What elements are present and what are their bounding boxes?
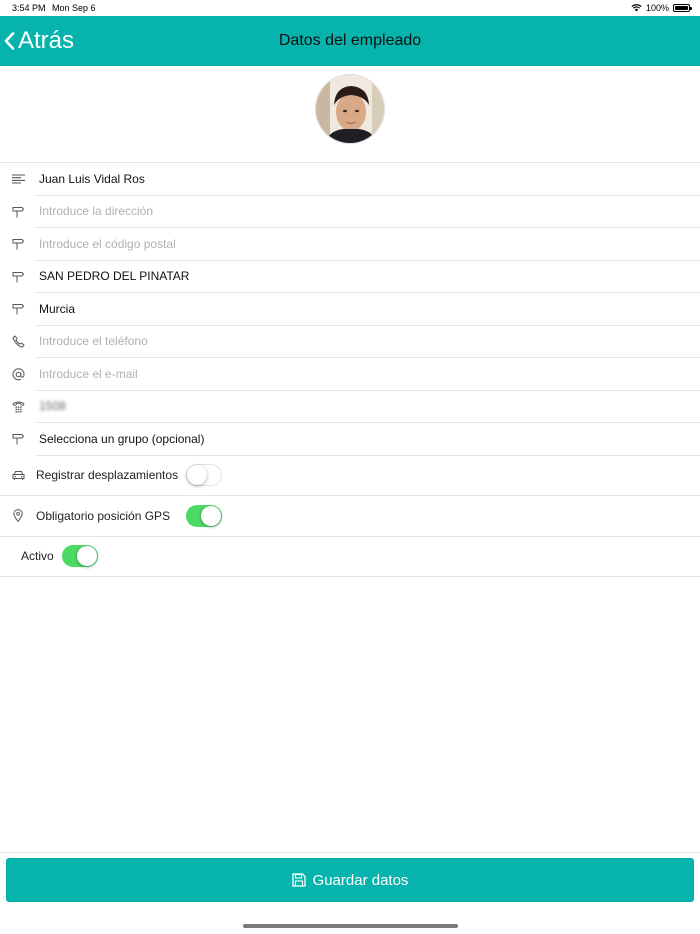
name-field[interactable]: Juan Luis Vidal Ros [36,163,700,196]
address-field[interactable]: Introduce la dirección [36,196,700,228]
signpost-icon [11,302,25,316]
signpost-icon [11,237,25,251]
avatar[interactable] [315,74,385,144]
signpost-icon [11,270,25,284]
travel-toggle-row: Registrar desplazamientos [0,456,700,496]
nav-bar: Atrás Datos del empleado [0,16,700,66]
code-value: 1508 [39,399,66,414]
phone-placeholder: Introduce el teléfono [39,334,148,349]
active-toggle-row: Activo [0,537,700,577]
postal-code-placeholder: Introduce el código postal [39,236,176,251]
save-button-label: Guardar datos [312,871,409,889]
status-time: 3:54 PM [12,3,46,13]
location-pin-icon [11,509,25,523]
phone-row: Introduce el teléfono [0,326,700,358]
address-row: Introduce la dirección [0,196,700,228]
text-lines-icon [11,172,25,186]
province-field[interactable]: Murcia [36,293,700,326]
chevron-left-icon [4,32,15,50]
active-toggle-label: Activo [21,549,54,564]
back-label: Atrás [18,27,75,54]
save-button[interactable]: Guardar datos [6,858,694,902]
travel-toggle-label: Registrar desplazamientos [36,468,179,483]
postal-code-field[interactable]: Introduce el código postal [36,228,700,261]
home-indicator [243,924,458,928]
signpost-icon [11,205,25,219]
battery-percent: 100% [645,3,669,13]
group-value: Selecciona un grupo (opcional) [39,431,205,446]
email-field[interactable]: Introduce el e-mail [36,358,700,391]
gps-toggle-label: Obligatorio posición GPS [36,508,171,523]
address-placeholder: Introduce la dirección [39,204,154,219]
page-title: Datos del empleado [278,32,422,49]
status-date: Mon Sep 6 [52,3,96,13]
group-row: Selecciona un grupo (opcional) [0,423,700,456]
back-button[interactable]: Atrás [4,26,74,56]
gps-toggle-switch[interactable] [186,504,222,527]
group-select[interactable]: Selecciona un grupo (opcional) [36,423,700,456]
employee-form: Juan Luis Vidal Ros Introduce la direcci… [0,162,700,577]
province-value: Murcia [39,301,76,316]
save-icon [291,873,306,887]
avatar-area [0,66,700,162]
battery-icon [673,4,692,12]
at-sign-icon [11,367,25,381]
province-row: Murcia [0,293,700,326]
city-field[interactable]: SAN PEDRO DEL PINATAR [36,261,700,293]
telephone-keypad-icon [11,400,25,414]
code-field[interactable]: 1508 [36,391,700,423]
postal-code-row: Introduce el código postal [0,228,700,261]
status-bar: 3:54 PM Mon Sep 6 100% [0,0,700,16]
phone-icon [11,335,25,349]
gps-toggle-row: Obligatorio posición GPS [0,496,700,537]
name-row: Juan Luis Vidal Ros [0,163,700,196]
travel-toggle-switch[interactable] [186,464,222,487]
code-row: 1508 [0,391,700,423]
city-row: SAN PEDRO DEL PINATAR [0,261,700,293]
email-row: Introduce el e-mail [0,358,700,391]
email-placeholder: Introduce el e-mail [39,366,138,381]
name-value: Juan Luis Vidal Ros [39,171,145,186]
wifi-icon [631,4,642,12]
signpost-icon [11,432,25,446]
car-icon [11,468,25,482]
phone-field[interactable]: Introduce el teléfono [36,326,700,358]
status-right: 100% [631,3,692,13]
footer: Guardar datos [0,852,700,912]
active-toggle-switch[interactable] [62,545,98,568]
city-value: SAN PEDRO DEL PINATAR [39,269,190,284]
